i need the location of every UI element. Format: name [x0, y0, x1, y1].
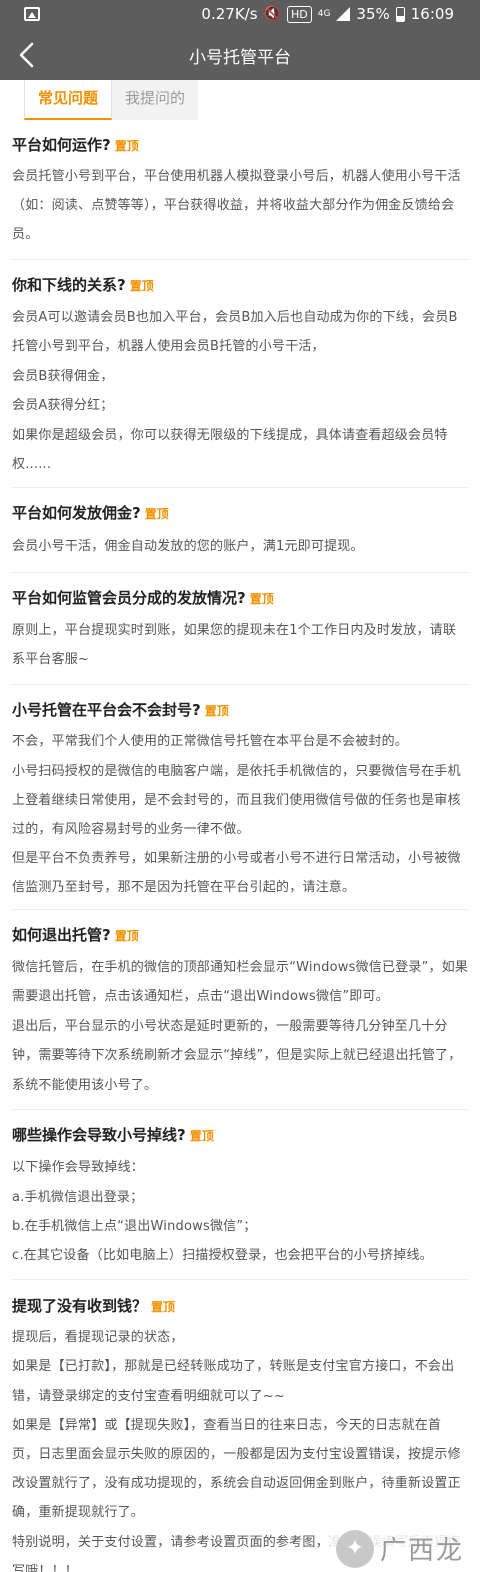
faq-line: 如果是【异常】或【提现失败】，查看当日的往来日志，今天的日志就在首 — [12, 1418, 442, 1433]
faq-item: 平台如何运作? 置顶 会员托管小号到平台，平台使用机器人模拟登录小号后，机器人使用… — [12, 120, 468, 260]
faq-line: 员。 — [12, 227, 39, 242]
faq-title: 你和下线的关系? 置顶 — [12, 276, 154, 294]
faq-title: 平台如何发放佣金? 置顶 — [12, 504, 169, 522]
pin-badge: 置顶 — [151, 1300, 176, 1314]
faq-title: 哪些操作会导致小号掉线? 置顶 — [12, 1126, 214, 1144]
faq-line: 不会，平常我们个人使用的正常微信号托管在本平台是不会被封的。 — [12, 734, 409, 749]
faq-line: 提现后，看提现记录的状态， — [12, 1330, 184, 1345]
battery-icon — [395, 6, 405, 22]
faq-line: 系平台客服~ — [12, 652, 90, 667]
faq-title: 提现了没有收到钱？ 置顶 — [12, 1297, 176, 1315]
tab-faq[interactable]: 常见问题 — [24, 80, 112, 120]
faq-title: 小号托管在平台会不会封号? 置顶 — [12, 701, 229, 719]
faq-line: 以下操作会导致掉线： — [12, 1160, 145, 1175]
tab-my-questions[interactable]: 我提问的 — [112, 80, 198, 120]
faq-line: 如果是【已打款】，那就是已经转账成功了，转账是支付宝官方接口，不会出 — [12, 1359, 455, 1374]
pin-badge: 置顶 — [144, 507, 169, 521]
faq-item: 如何退出托管? 置顶 微信托管后，在手机的微信的顶部通知栏会显示“Windows微… — [12, 910, 468, 1110]
status-bar: 0.27K/s 🔇 HD 4G 35% 16:09 — [0, 0, 480, 30]
faq-line: 写哦！！！ — [12, 1564, 79, 1572]
faq-line: 如果你是超级会员，你可以获得无限级的下线提成，具体请查看超级会员特 — [12, 428, 448, 443]
faq-line: 退出后，平台显示的小号状态是延时更新的，一般需要等待几分钟至几十分 — [12, 1019, 448, 1034]
watermark-logo: ✦ 广西龙网 — [330, 1526, 480, 1572]
faq-line: 错，请登录绑定的支付宝查看明细就可以了~~ — [12, 1389, 285, 1404]
faq-line: 需要退出托管，点击该通知栏，点击“退出Windows微信”即可。 — [12, 989, 389, 1004]
faq-line: 会员小号干活，佣金自动发放的您的账户，满1元即可提现。 — [12, 539, 364, 554]
faq-line: 系统不能使用该小号了。 — [12, 1078, 158, 1093]
watermark-emblem-icon: ✦ — [336, 1530, 374, 1568]
faq-line: （如：阅读、点赞等等），平台获得收益，并将收益大部分作为佣金反馈给会 — [12, 198, 455, 213]
faq-line: 页，日志里面会显示失败的原因的，一般都是因为支付宝设置错误，按提示修 — [12, 1447, 461, 1462]
faq-line: 权...... — [12, 457, 52, 472]
faq-line: a.手机微信退出登录； — [12, 1190, 144, 1205]
faq-item: 平台如何发放佣金? 置顶 会员小号干活，佣金自动发放的您的账户，满1元即可提现。 — [12, 488, 468, 573]
faq-item: 平台如何监管会员分成的发放情况? 置顶 原则上，平台提现实时到账，如果您的提现未在… — [12, 573, 468, 685]
faq-line: 小号扫码授权的是微信的电脑客户端，是依托手机微信的，只要微信号在手机 — [12, 764, 461, 779]
faq-line: 但是平台不负责养号，如果新注册的小号或者小号不进行日常活动，小号被微 — [12, 851, 461, 866]
faq-line: 会员A可以邀请会员B也加入平台，会员B加入后也自动成为你的下线，会员B — [12, 310, 458, 325]
faq-line: 确，重新提现就行了。 — [12, 1505, 145, 1520]
faq-line: b.在手机微信上点“退出Windows微信”； — [12, 1219, 257, 1234]
hd-badge: HD — [286, 5, 312, 23]
faq-line: 会员托管小号到平台，平台使用机器人模拟登录小号后，机器人使用小号干活 — [12, 169, 461, 184]
faq-line: 会员A获得分红； — [12, 398, 114, 413]
faq-line: 上登着继续日常使用，是不会封号的，而且我们使用微信号做的任务也是审核 — [12, 793, 461, 808]
clock: 16:09 — [410, 5, 454, 23]
net-speed: 0.27K/s — [201, 5, 258, 23]
signal-icon — [336, 7, 351, 21]
faq-title: 如何退出托管? 置顶 — [12, 926, 139, 944]
image-icon — [24, 7, 40, 21]
pin-badge: 置顶 — [129, 279, 154, 293]
faq-line: 信监测乃至封号，那不是因为托管在平台引起的，请注意。 — [12, 880, 356, 895]
pin-badge: 置顶 — [114, 929, 139, 943]
faq-title: 平台如何运作? 置顶 — [12, 136, 139, 154]
faq-line: 改设置就行了，没有成功提现的，系统会自动返回佣金到账户，待重新设置正 — [12, 1476, 461, 1491]
faq-line: 原则上，平台提现实时到账，如果您的提现未在1个工作日内及时发放，请联 — [12, 623, 457, 638]
pin-badge: 置顶 — [204, 704, 229, 718]
pin-badge: 置顶 — [249, 592, 274, 606]
faq-line: 托管小号到平台，机器人使用会员B托管的小号干活， — [12, 339, 325, 354]
watermark-text: 广西龙网 — [380, 1536, 465, 1566]
nav-bar: 小号托管平台 — [0, 30, 480, 80]
network-type: 4G — [317, 9, 331, 19]
faq-line: 钟，需要等待下次系统刷新才会显示“掉线”，但是实际上就已经退出托管了， — [12, 1048, 462, 1063]
battery-percent: 35% — [356, 5, 390, 23]
tab-bar: 常见问题 我提问的 — [0, 80, 480, 120]
pin-badge: 置顶 — [189, 1129, 214, 1143]
faq-item: 你和下线的关系? 置顶 会员A可以邀请会员B也加入平台，会员B加入后也自动成为你的… — [12, 260, 468, 488]
mute-icon: 🔇 — [263, 6, 281, 22]
faq-title: 平台如何监管会员分成的发放情况? 置顶 — [12, 589, 274, 607]
faq-item: 哪些操作会导致小号掉线? 置顶 以下操作会导致掉线： a.手机微信退出登录； b.… — [12, 1110, 468, 1280]
faq-line: 过的，有风险容易封号的业务一律不做。 — [12, 822, 250, 837]
faq-line: 微信托管后，在手机的微信的顶部通知栏会显示“Windows微信已登录”，如果 — [12, 960, 469, 975]
pin-badge: 置顶 — [114, 139, 139, 153]
page-title: 小号托管平台 — [189, 48, 291, 68]
faq-line: 会员B获得佣金， — [12, 369, 114, 384]
faq-line: c.在其它设备（比如电脑上）扫描授权登录，也会把平台的小号挤掉线。 — [12, 1248, 433, 1263]
status-right: 0.27K/s 🔇 HD 4G 35% 16:09 — [201, 5, 454, 23]
faq-item: 小号托管在平台会不会封号? 置顶 不会，平常我们个人使用的正常微信号托管在本平台是… — [12, 685, 468, 910]
